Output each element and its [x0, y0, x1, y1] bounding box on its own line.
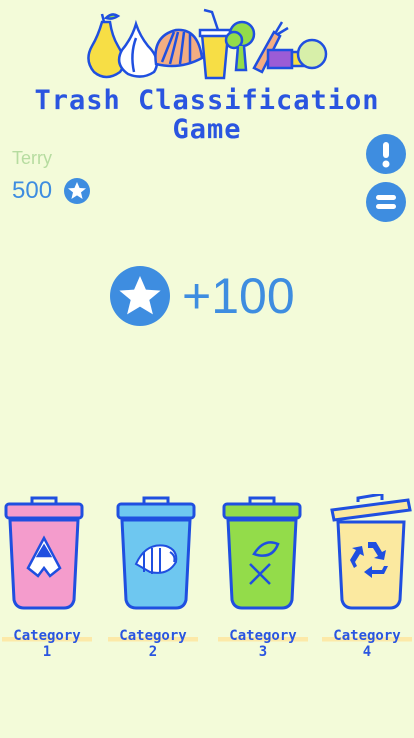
star-icon	[110, 266, 170, 326]
food-waste-logo	[87, 8, 328, 80]
bin-label-text: Category	[218, 628, 308, 644]
game-title-line-2: Game	[172, 114, 242, 145]
bin-label-number: 1	[42, 644, 52, 660]
player-name: Terry	[12, 148, 52, 168]
game-title-line-1: Trash Classification	[34, 85, 380, 116]
game-title: Trash Classification Game	[0, 86, 414, 144]
trash-bin-category-1[interactable]	[2, 494, 86, 612]
info-button[interactable]	[366, 134, 406, 174]
bin-label-text: Category	[322, 628, 412, 644]
score-value: 500	[12, 177, 53, 204]
bin-label-number: 3	[258, 644, 268, 660]
equals-icon	[376, 195, 396, 209]
bin-label-category-1: Category 1	[2, 628, 92, 660]
bin-label-number: 2	[148, 644, 158, 660]
bin-label-text: Category	[2, 628, 92, 644]
menu-button[interactable]	[366, 182, 406, 222]
exclamation-icon	[382, 142, 390, 168]
reward-value: +100	[182, 268, 295, 324]
bin-label-text: Category	[108, 628, 198, 644]
bin-label-category-2: Category 2	[108, 628, 198, 660]
reward-display: +100	[110, 266, 295, 326]
trash-bin-category-3[interactable]	[220, 494, 304, 612]
trash-bin-category-4[interactable]	[328, 494, 412, 612]
star-icon	[64, 178, 91, 204]
bin-label-number: 4	[362, 644, 372, 660]
score-display: 500	[12, 176, 91, 206]
bin-label-category-4: Category 4	[322, 628, 412, 660]
trash-bin-category-2[interactable]	[114, 494, 198, 612]
bin-label-category-3: Category 3	[218, 628, 308, 660]
